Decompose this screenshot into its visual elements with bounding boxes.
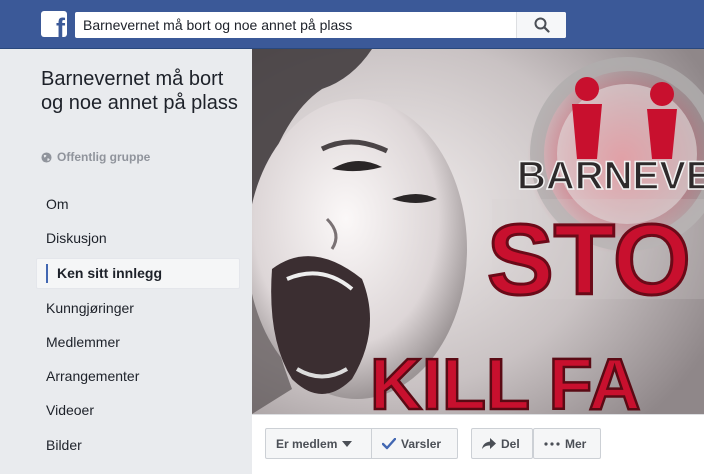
share-button-label: Del (501, 436, 520, 451)
nav-item-ken-sitt-innlegg[interactable]: Ken sitt innlegg (36, 257, 240, 289)
nav-item-arrangementer[interactable]: Arrangementer (36, 359, 240, 393)
nav-item-medlemmer[interactable]: Medlemmer (36, 325, 240, 359)
cover-text-line1: BARNEVEF (517, 154, 704, 198)
more-button[interactable]: Mer (533, 428, 601, 459)
cover-text-line2: STO (487, 204, 691, 316)
group-privacy: Offentlig gruppe (41, 150, 150, 164)
nav-item-filer[interactable]: Filer (36, 462, 240, 474)
nav-item-videoer[interactable]: Videoer (36, 393, 240, 427)
notifications-button[interactable]: Varsler (371, 428, 458, 459)
search-button[interactable] (516, 12, 566, 38)
cover-artwork: BARNEVEF STO KILL FA (252, 49, 704, 414)
group-privacy-label: Offentlig gruppe (57, 150, 151, 164)
caret-down-icon (342, 440, 353, 447)
more-button-label: Mer (565, 436, 587, 451)
nav-item-bilder[interactable]: Bilder (36, 428, 240, 462)
group-sidebar: Barnevernet må bort og noe annet på plas… (0, 49, 252, 474)
share-button[interactable]: Del (471, 428, 533, 459)
nav-item-om[interactable]: Om (36, 187, 240, 221)
facebook-logo-icon[interactable]: f (41, 11, 67, 37)
search-icon (534, 17, 550, 33)
more-dots-icon (544, 441, 560, 446)
cover-text-line3: KILL FA (370, 345, 641, 414)
nav-item-diskusjon[interactable]: Diskusjon (36, 221, 240, 255)
member-button-label: Er medlem (276, 436, 338, 451)
group-action-bar: Er medlem Varsler Del Mer (252, 414, 704, 474)
top-navigation-bar: f (0, 0, 704, 49)
share-arrow-icon (482, 437, 496, 449)
group-nav: Om Diskusjon Ken sitt innlegg Kunngjørin… (36, 187, 240, 474)
notifications-button-label: Varsler (401, 436, 442, 451)
group-title[interactable]: Barnevernet må bort og noe annet på plas… (41, 67, 241, 115)
search-input[interactable] (83, 12, 513, 38)
nav-item-kunngjoringer[interactable]: Kunngjøringer (36, 291, 240, 325)
search-bar (75, 12, 566, 38)
checkmark-icon (382, 437, 396, 449)
globe-icon (41, 151, 52, 163)
member-button[interactable]: Er medlem (265, 428, 372, 459)
cover-photo[interactable]: BARNEVEF STO KILL FA (252, 49, 704, 414)
